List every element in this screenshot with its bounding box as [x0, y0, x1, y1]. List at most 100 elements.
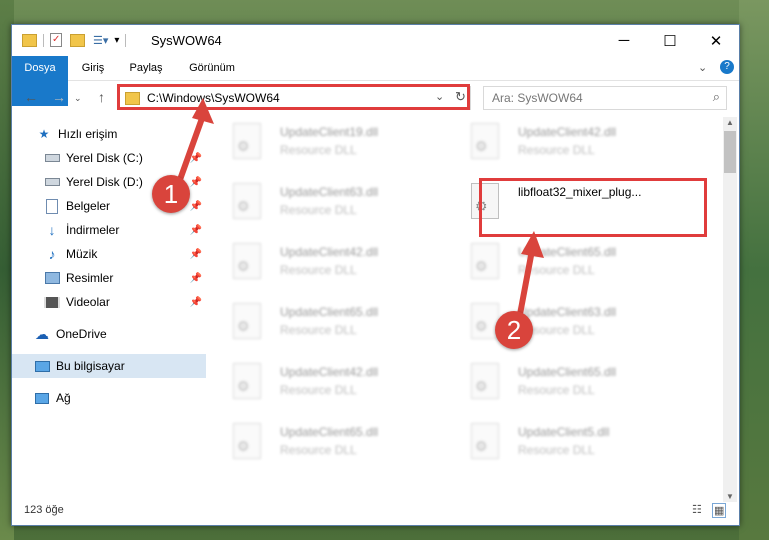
- sidebar-item-this-pc[interactable]: Bu bilgisayar: [12, 354, 206, 378]
- search-icon: ⌕: [712, 89, 720, 104]
- file-item[interactable]: UpdateClient65.dllResource DLL: [446, 357, 676, 407]
- dll-file-icon: [233, 243, 261, 279]
- address-dropdown-icon[interactable]: ⌄: [435, 90, 444, 103]
- dll-file-icon: [233, 423, 261, 459]
- documents-icon: [44, 198, 60, 214]
- item-count: 123 öğe: [24, 504, 64, 516]
- file-item[interactable]: UpdateClient63.dllResource DLL: [208, 177, 438, 227]
- computer-icon: [34, 359, 50, 373]
- sidebar-item-music[interactable]: ♪ Müzik 📌: [44, 242, 206, 266]
- dll-file-icon: [233, 123, 261, 159]
- dll-file-icon: [471, 123, 499, 159]
- scroll-up-icon[interactable]: ▲: [726, 118, 734, 127]
- network-icon: [34, 391, 50, 405]
- maximize-button[interactable]: ☐: [647, 25, 693, 56]
- tab-share[interactable]: Paylaş: [124, 56, 168, 80]
- quick-access-toolbar: ✓ ☰▾ ▾: [22, 32, 132, 48]
- file-item[interactable]: UpdateClient65.dllResource DLL: [208, 417, 438, 467]
- vertical-scrollbar[interactable]: ▲ ▼: [723, 117, 737, 502]
- sidebar-item-label: Yerel Disk (C:): [66, 151, 143, 165]
- dll-file-icon: [471, 363, 499, 399]
- pin-icon[interactable]: 📌: [190, 225, 202, 236]
- ribbon: Dosya Giriş Paylaş Görünüm ⌄ ?: [12, 56, 739, 106]
- refresh-icon[interactable]: ↻: [455, 89, 466, 105]
- dll-file-icon: [233, 303, 261, 339]
- address-path: C:\Windows\SysWOW64: [147, 91, 280, 105]
- sidebar-item-label: Videolar: [66, 295, 110, 309]
- file-explorer-window: ✓ ☰▾ ▾ SysWOW64 ─ ☐ ✕ Dosya Giriş Paylaş…: [11, 24, 740, 526]
- address-bar[interactable]: C:\Windows\SysWOW64 ⌄ ↻: [118, 86, 471, 110]
- dll-file-icon: [471, 423, 499, 459]
- search-placeholder: Ara: SysWOW64: [492, 91, 583, 105]
- download-icon: ↓: [48, 222, 56, 238]
- address-row: ← → ⌄ ↑ C:\Windows\SysWOW64 ⌄ ↻ Ara: Sys…: [12, 81, 739, 115]
- sidebar-item-label: Belgeler: [66, 199, 111, 213]
- pin-icon[interactable]: 📌: [190, 201, 202, 212]
- back-arrow-icon[interactable]: ←: [24, 89, 38, 105]
- sidebar-item-label: Yerel Disk (D:): [66, 175, 143, 189]
- videos-icon: [44, 295, 60, 309]
- pin-icon[interactable]: 📌: [190, 249, 202, 260]
- details-view-icon[interactable]: ☷: [692, 503, 702, 516]
- pin-icon[interactable]: 📌: [190, 297, 202, 308]
- file-item[interactable]: UpdateClient65.dllResource DLL: [446, 237, 676, 287]
- file-item[interactable]: UpdateClient19.dllResource DLL: [208, 117, 438, 167]
- dll-file-icon: [471, 243, 499, 279]
- file-item[interactable]: UpdateClient42.dllResource DLL: [208, 357, 438, 407]
- sidebar-item-pictures[interactable]: Resimler 📌: [44, 266, 206, 290]
- pictures-icon: [44, 271, 60, 285]
- pin-icon[interactable]: 📌: [190, 153, 202, 164]
- status-bar: 123 öğe ☷ ▦: [12, 501, 739, 523]
- drive-icon: [44, 151, 60, 165]
- file-item[interactable]: UpdateClient42.dllResource DLL: [208, 237, 438, 287]
- step-2-badge: 2: [495, 311, 533, 349]
- sidebar-item-network[interactable]: Ağ: [34, 386, 206, 410]
- recent-locations-icon[interactable]: ⌄: [74, 93, 82, 104]
- up-arrow-icon[interactable]: ↑: [98, 89, 105, 105]
- customize-toolbar-icon[interactable]: ▾: [114, 35, 119, 46]
- tab-view[interactable]: Görünüm: [184, 56, 240, 80]
- cloud-icon: ☁: [35, 325, 49, 342]
- scrollbar-thumb[interactable]: [724, 131, 736, 173]
- dll-file-icon: [233, 363, 261, 399]
- star-icon: ★: [38, 127, 50, 141]
- expand-ribbon-icon[interactable]: ⌄: [698, 61, 707, 74]
- properties-icon[interactable]: ✓: [50, 33, 62, 47]
- sidebar-item-label: Hızlı erişim: [58, 127, 118, 141]
- desktop-background-right: [739, 0, 769, 540]
- sidebar-item-downloads[interactable]: ↓ İndirmeler 📌: [44, 218, 206, 242]
- close-button[interactable]: ✕: [693, 25, 739, 56]
- file-list: UpdateClient19.dllResource DLL UpdateCli…: [208, 117, 722, 502]
- sidebar-item-label: Resimler: [66, 271, 114, 285]
- sidebar-item-quick-access[interactable]: ★ Hızlı erişim: [36, 122, 206, 146]
- new-folder-icon[interactable]: [70, 33, 85, 47]
- file-item[interactable]: UpdateClient65.dllResource DLL: [208, 297, 438, 347]
- sidebar-item-local-disk-c[interactable]: Yerel Disk (C:) 📌: [44, 146, 206, 170]
- sidebar-item-label: OneDrive: [56, 327, 107, 341]
- tab-home[interactable]: Giriş: [78, 56, 108, 80]
- sidebar-item-label: Ağ: [56, 391, 71, 405]
- folder-icon[interactable]: [22, 33, 37, 47]
- large-icons-view-icon[interactable]: ▦: [712, 503, 727, 518]
- sidebar-item-videos[interactable]: Videolar 📌: [44, 290, 206, 314]
- sidebar-item-label: İndirmeler: [66, 223, 120, 237]
- file-item[interactable]: UpdateClient63.dllResource DLL: [446, 297, 676, 347]
- window-title: SysWOW64: [151, 33, 222, 48]
- forward-arrow-icon[interactable]: →: [52, 89, 66, 105]
- sidebar-item-label: Müzik: [66, 247, 98, 261]
- scroll-down-icon[interactable]: ▼: [726, 492, 734, 501]
- title-bar: ✓ ☰▾ ▾ SysWOW64 ─ ☐ ✕: [12, 25, 739, 56]
- sidebar-item-onedrive[interactable]: ☁ OneDrive: [34, 322, 206, 346]
- music-icon: ♪: [48, 246, 56, 262]
- file-item[interactable]: UpdateClient42.dllResource DLL: [446, 117, 676, 167]
- folder-icon: [125, 92, 140, 105]
- search-box[interactable]: Ara: SysWOW64 ⌕: [483, 86, 727, 110]
- help-icon[interactable]: ?: [720, 60, 734, 74]
- file-item[interactable]: UpdateClient5.dllResource DLL: [446, 417, 676, 467]
- sidebar-item-label: Bu bilgisayar: [56, 359, 125, 373]
- file-highlight-box: [479, 178, 707, 237]
- minimize-button[interactable]: ─: [601, 25, 647, 56]
- pin-icon[interactable]: 📌: [190, 177, 202, 188]
- view-options-icon[interactable]: ☰▾: [93, 34, 108, 47]
- pin-icon[interactable]: 📌: [190, 273, 202, 284]
